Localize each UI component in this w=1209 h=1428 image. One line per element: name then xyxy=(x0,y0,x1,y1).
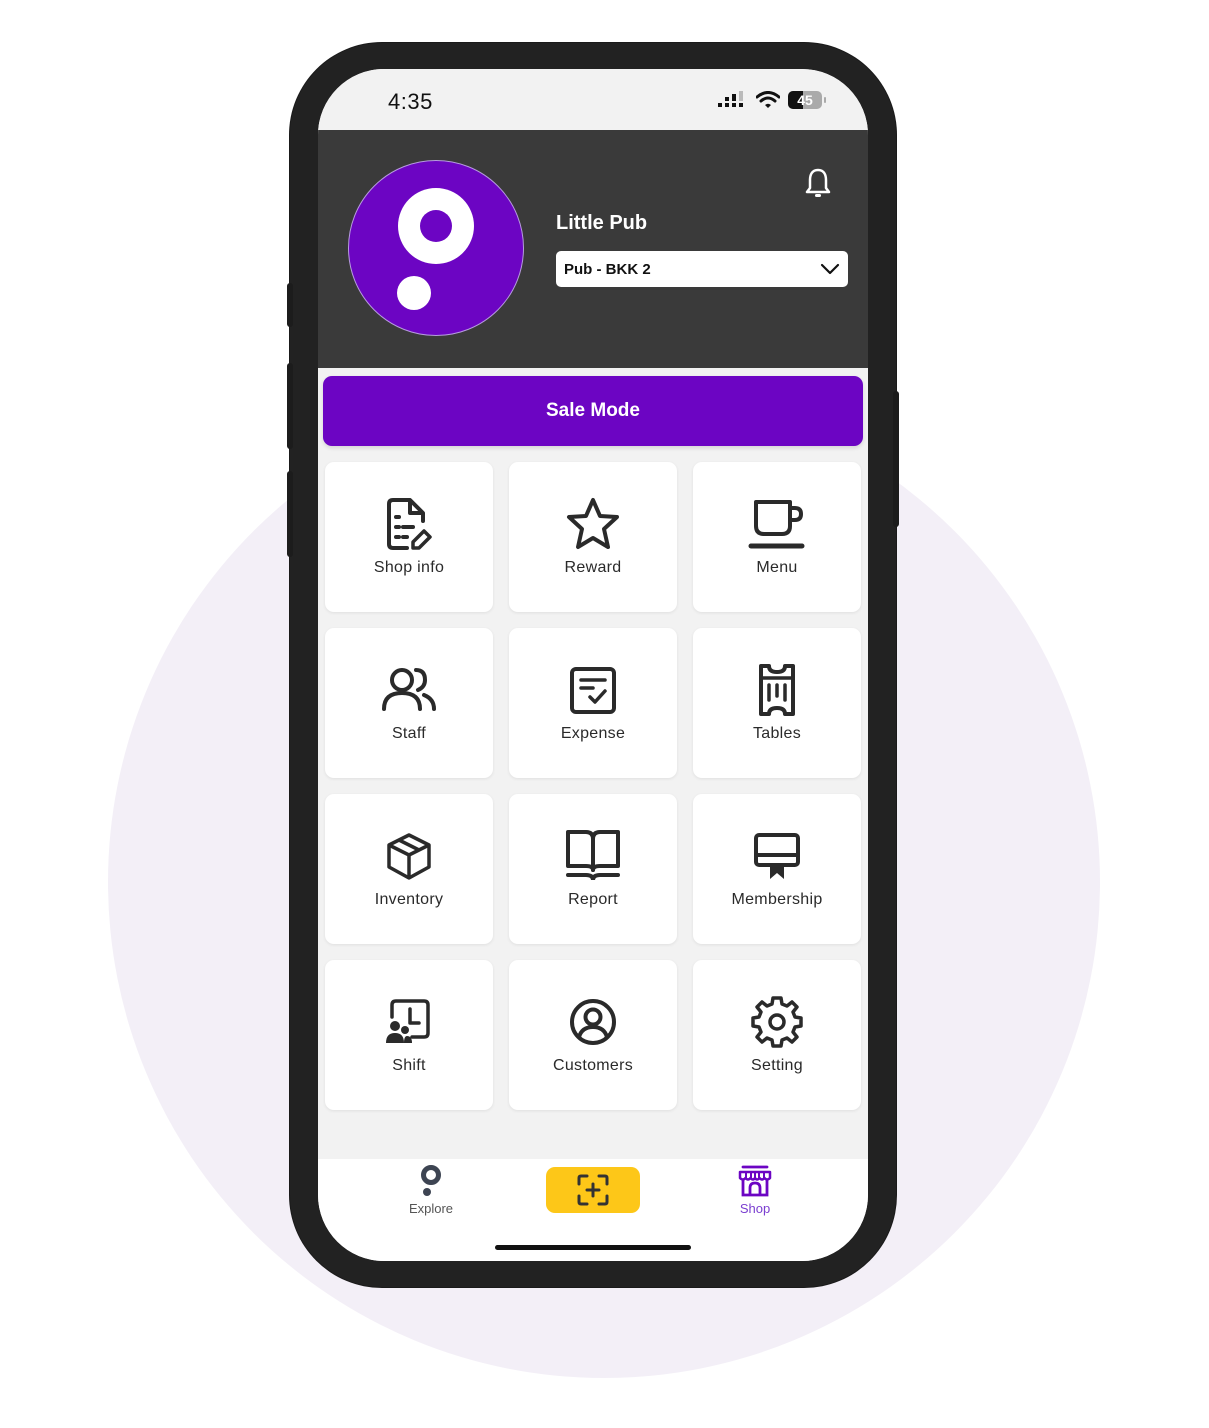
tile-setting[interactable]: Setting xyxy=(693,960,861,1110)
shop-logo[interactable] xyxy=(348,160,524,336)
tile-label: Setting xyxy=(751,1057,803,1074)
menu-grid: Shop info Reward Menu Staff Expense Tabl… xyxy=(325,462,861,1110)
scan-plus-icon xyxy=(577,1174,609,1206)
tab-explore[interactable]: Explore xyxy=(406,1165,456,1216)
battery-icon: 45 xyxy=(788,91,822,109)
bell-icon[interactable] xyxy=(804,167,832,199)
power-button xyxy=(893,391,899,527)
membership-card-icon xyxy=(754,833,800,879)
tile-reward[interactable]: Reward xyxy=(509,462,677,612)
volume-down-button xyxy=(287,471,293,557)
tile-menu[interactable]: Menu xyxy=(693,462,861,612)
box-icon xyxy=(387,833,431,880)
tab-label: Shop xyxy=(739,1201,771,1216)
gear-icon xyxy=(751,996,803,1048)
tile-staff[interactable]: Staff xyxy=(325,628,493,778)
battery-level: 45 xyxy=(797,92,813,108)
status-icons: 45 xyxy=(718,91,826,109)
tile-shop-info[interactable]: Shop info xyxy=(325,462,493,612)
battery-cap xyxy=(824,97,826,103)
tab-shop[interactable]: Shop xyxy=(730,1165,780,1216)
open-book-icon xyxy=(566,830,620,881)
screen: 4:35 45 Little Pub Pub - BKK 2 Sale Mode… xyxy=(318,69,868,1261)
silent-switch xyxy=(287,283,293,327)
tile-label: Customers xyxy=(552,1057,634,1074)
ticket-icon xyxy=(759,664,795,716)
status-bar: 4:35 45 xyxy=(318,69,868,130)
tile-label: Staff xyxy=(391,725,427,742)
tile-expense[interactable]: Expense xyxy=(509,628,677,778)
branch-selected-value: Pub - BKK 2 xyxy=(564,260,651,278)
pin-logo-icon xyxy=(397,188,474,310)
status-time: 4:35 xyxy=(388,89,433,114)
checklist-icon xyxy=(570,667,616,714)
tile-membership[interactable]: Membership xyxy=(693,794,861,944)
home-indicator[interactable] xyxy=(495,1245,691,1250)
shop-header: Little Pub Pub - BKK 2 xyxy=(318,130,868,368)
document-edit-icon xyxy=(387,498,432,550)
shift-clock-icon xyxy=(386,999,430,1043)
tile-label: Reward xyxy=(564,559,622,576)
volume-up-button xyxy=(287,363,293,449)
scan-button[interactable] xyxy=(546,1167,640,1213)
cellular-signal-icon xyxy=(718,91,743,107)
tile-customers[interactable]: Customers xyxy=(509,960,677,1110)
tile-label: Shop info xyxy=(373,559,445,576)
tile-label: Menu xyxy=(756,559,798,576)
tile-label: Inventory xyxy=(374,891,444,908)
tile-label: Report xyxy=(568,891,618,908)
coffee-cup-icon xyxy=(748,500,805,549)
tile-label: Tables xyxy=(752,725,802,742)
tile-label: Expense xyxy=(560,725,626,742)
phone-frame: 4:35 45 Little Pub Pub - BKK 2 Sale Mode… xyxy=(287,43,899,1287)
star-icon xyxy=(567,498,619,549)
tile-report[interactable]: Report xyxy=(509,794,677,944)
tile-tables[interactable]: Tables xyxy=(693,628,861,778)
tile-label: Membership xyxy=(731,891,823,908)
tile-shift[interactable]: Shift xyxy=(325,960,493,1110)
wifi-icon xyxy=(756,91,780,108)
tile-inventory[interactable]: Inventory xyxy=(325,794,493,944)
tab-label: Explore xyxy=(408,1201,454,1216)
users-icon xyxy=(382,668,436,711)
pin-icon xyxy=(421,1165,441,1196)
storefront-icon xyxy=(738,1165,772,1197)
branch-dropdown[interactable]: Pub - BKK 2 xyxy=(556,251,848,287)
chevron-down-icon xyxy=(820,263,840,275)
shop-name: Little Pub xyxy=(556,212,648,234)
user-circle-icon xyxy=(570,999,616,1045)
sale-mode-button[interactable]: Sale Mode xyxy=(323,376,863,446)
tile-label: Shift xyxy=(392,1057,426,1074)
